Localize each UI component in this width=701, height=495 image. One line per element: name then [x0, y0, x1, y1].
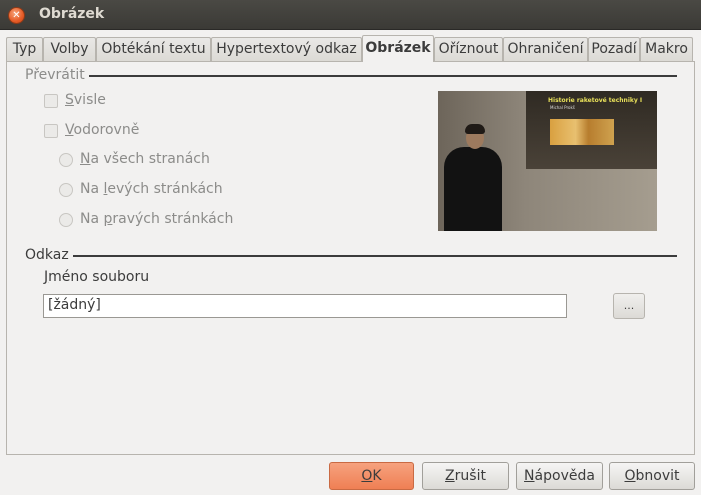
preview-speaker: [444, 147, 502, 231]
tab-obtekani-textu[interactable]: Obtékání textu: [96, 37, 211, 61]
vertical-checkbox[interactable]: [44, 94, 58, 108]
tab-makro[interactable]: Makro: [640, 37, 693, 61]
left-pages-radio[interactable]: [59, 183, 73, 197]
vertical-label: Svisle: [65, 92, 106, 108]
right-pages-radio[interactable]: [59, 213, 73, 227]
flip-section-label: Převrátit: [25, 67, 85, 83]
tab-pozadi[interactable]: Pozadí: [588, 37, 640, 61]
filename-input[interactable]: [žádný]: [43, 294, 567, 318]
window-title: Obrázek: [39, 6, 105, 22]
filename-label: Jméno souboru: [44, 269, 150, 285]
tab-hypertextovy-odkaz[interactable]: Hypertextový odkaz: [211, 37, 362, 61]
all-pages-radio[interactable]: [59, 153, 73, 167]
preview-slide-title: Historie raketové techniky I: [548, 97, 643, 104]
all-pages-label: Na všech stranách: [80, 151, 210, 167]
tab-ohraniceni[interactable]: Ohraničení: [503, 37, 588, 61]
ok-button[interactable]: OK: [329, 462, 414, 490]
image-preview: Historie raketové techniky I Michal Prok…: [438, 91, 657, 231]
browse-button[interactable]: ...: [613, 293, 645, 319]
right-pages-label: Na pravých stránkách: [80, 211, 234, 227]
horizontal-label: Vodorovně: [65, 122, 140, 138]
link-section-label: Odkaz: [25, 247, 69, 263]
tab-volby[interactable]: Volby: [43, 37, 96, 61]
preview-slide-image: [550, 119, 614, 145]
tab-bar: Typ Volby Obtékání textu Hypertextový od…: [6, 35, 695, 62]
reset-button[interactable]: Obnovit: [609, 462, 695, 490]
left-pages-label: Na levých stránkách: [80, 181, 223, 197]
flip-section-divider: [89, 75, 677, 77]
help-button[interactable]: Nápověda: [516, 462, 603, 490]
tab-obrazek[interactable]: Obrázek: [362, 35, 434, 62]
title-bar: ✕ Obrázek: [0, 0, 701, 30]
horizontal-checkbox[interactable]: [44, 124, 58, 138]
preview-slide-subtitle: Michal Prokš: [550, 105, 575, 110]
preview-speaker-hair: [465, 124, 485, 134]
close-icon[interactable]: ✕: [8, 7, 25, 24]
cancel-button[interactable]: Zrušit: [422, 462, 509, 490]
link-section-divider: [73, 255, 677, 257]
tab-typ[interactable]: Typ: [6, 37, 43, 61]
tab-oriznout[interactable]: Oříznout: [434, 37, 503, 61]
